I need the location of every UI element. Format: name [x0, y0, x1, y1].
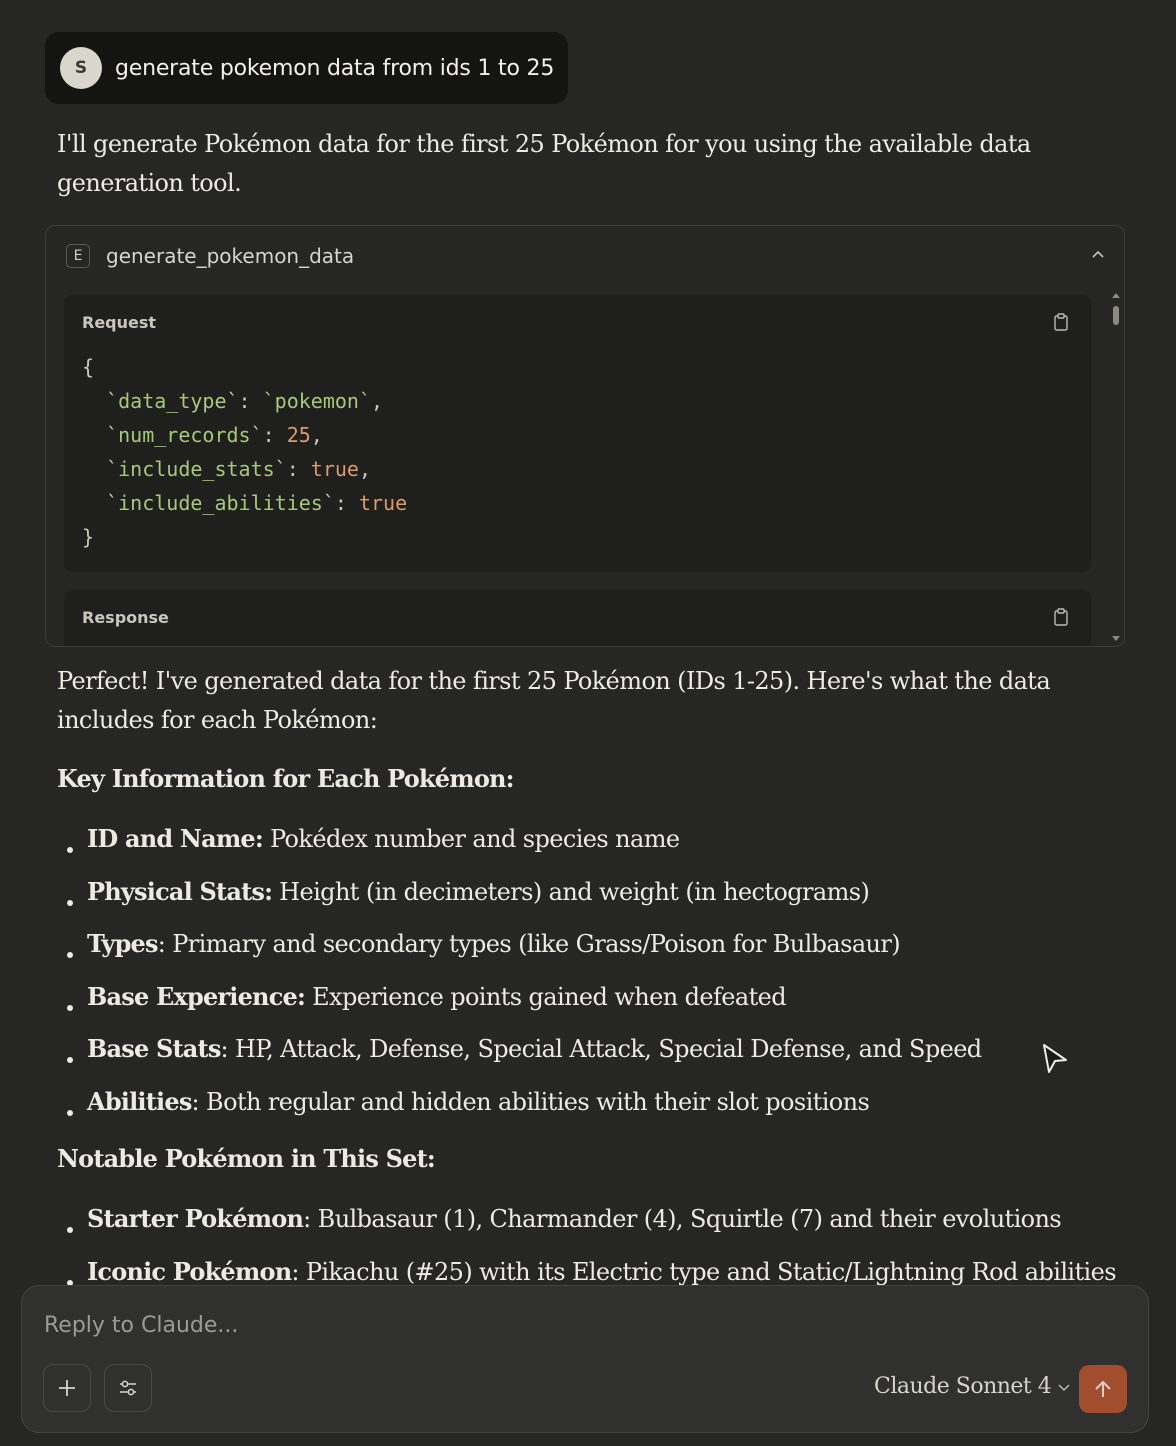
- plus-icon: [59, 1380, 75, 1396]
- tools-button[interactable]: [104, 1364, 152, 1412]
- list-item: Base Stats: HP, Attack, Defense, Special…: [57, 1032, 1117, 1085]
- json-close-brace: }: [82, 525, 95, 549]
- json-value: `pokemon`: [262, 389, 371, 413]
- assistant-intro: I'll generate Pokémon data for the first…: [57, 130, 1031, 197]
- tool-call-card: E generate_pokemon_data Request { `data_…: [45, 225, 1125, 647]
- list-item: Abilities: Both regular and hidden abili…: [57, 1085, 1117, 1138]
- section-heading: Notable Pokémon in This Set:: [57, 1144, 436, 1173]
- send-button[interactable]: [1079, 1365, 1127, 1413]
- json-value: true: [310, 457, 359, 481]
- user-message: S generate pokemon data from ids 1 to 25: [45, 32, 568, 104]
- user-message-text: generate pokemon data from ids 1 to 25: [115, 55, 555, 81]
- chevron-down-icon: [1058, 1383, 1070, 1391]
- reply-input[interactable]: [44, 1310, 1044, 1340]
- arrow-up-icon: [1095, 1380, 1111, 1397]
- list-item: Types: Primary and secondary types (like…: [57, 927, 1117, 980]
- add-button[interactable]: [43, 1364, 91, 1412]
- json-key: data_type: [118, 389, 227, 413]
- tool-name: generate_pokemon_data: [106, 244, 355, 268]
- mouse-pointer-icon: [1040, 1042, 1070, 1080]
- reply-composer: Claude Sonnet 4: [21, 1285, 1149, 1433]
- tool-badge: E: [66, 244, 90, 268]
- clipboard-icon[interactable]: [1053, 608, 1069, 630]
- response-box: Response: [64, 590, 1091, 646]
- sliders-icon: [120, 1380, 136, 1396]
- model-selector[interactable]: Claude Sonnet 4: [874, 1374, 1071, 1399]
- chevron-up-icon[interactable]: [1090, 246, 1106, 266]
- list-item: Base Experience: Experience points gaine…: [57, 980, 1117, 1033]
- model-name: Claude Sonnet 4: [874, 1374, 1052, 1399]
- json-value: true: [358, 491, 408, 515]
- response-label: Response: [82, 608, 169, 627]
- list-item: Physical Stats: Height (in decimeters) a…: [57, 875, 1117, 928]
- section-heading: Key Information for Each Pokémon:: [57, 764, 515, 793]
- user-avatar[interactable]: S: [60, 47, 102, 89]
- json-key: num_records: [118, 423, 251, 447]
- list-item: ID and Name: Pokédex number and species …: [57, 822, 1117, 875]
- json-value: 25: [286, 423, 311, 447]
- json-key: include_stats: [118, 457, 275, 481]
- tool-header[interactable]: E generate_pokemon_data: [66, 244, 354, 268]
- clipboard-icon[interactable]: [1053, 313, 1069, 335]
- json-open-brace: {: [82, 355, 95, 379]
- assistant-summary: Perfect! I've generated data for the fir…: [57, 667, 1051, 734]
- request-json: { `data_type`: `pokemon`, `num_records`:…: [82, 355, 408, 549]
- request-box: Request { `data_type`: `pokemon`, `num_r…: [64, 295, 1091, 572]
- tool-scrollbar[interactable]: [1110, 292, 1122, 642]
- request-label: Request: [82, 313, 157, 332]
- key-info-list: ID and Name: Pokédex number and species …: [57, 822, 1117, 1137]
- json-key: include_abilities: [118, 491, 323, 515]
- list-item: Starter Pokémon: Bulbasaur (1), Charmand…: [57, 1202, 1117, 1255]
